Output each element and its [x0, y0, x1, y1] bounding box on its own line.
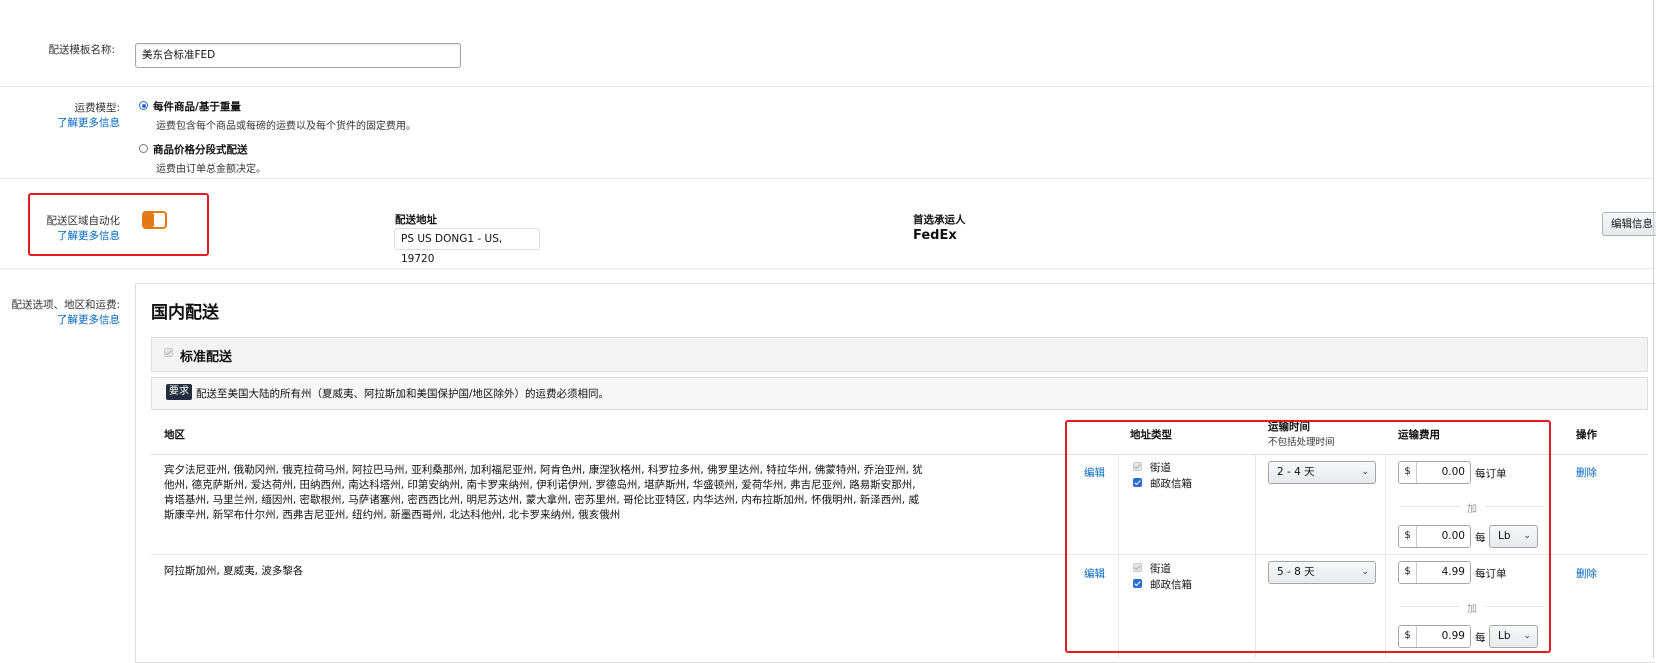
window-edge: [1653, 0, 1654, 658]
fee-model-option-price-title: 商品价格分段式配送: [153, 144, 248, 156]
table-row-2-regions: 阿拉斯加州, 夏威夷, 波多黎各: [164, 565, 304, 577]
ship-from-label: 配送地址: [395, 214, 437, 226]
table-row-2-delete-link[interactable]: 删除: [1576, 566, 1597, 581]
fee-model-option-weight-title: 每件商品/基于重量: [153, 101, 241, 113]
requirement-badge: 要求: [166, 384, 192, 400]
ship-from-field: PS US DONG1 - US, 19720: [394, 228, 540, 265]
col-action: 操作: [1576, 429, 1597, 441]
col-region: 地区: [164, 429, 185, 441]
options-label: 配送选项、地区和运费:: [11, 299, 120, 311]
requirement-text: 配送至美国大陆的所有州（夏威夷、阿拉斯加和美国保护国/地区除外）的运费必须相同。: [196, 388, 610, 400]
automation-learn-more-link[interactable]: 了解更多信息: [20, 228, 120, 243]
standard-shipping-checkbox: [164, 348, 173, 357]
columns-highlight: [1065, 420, 1551, 653]
automation-label: 配送区域自动化: [46, 215, 121, 227]
template-name-input[interactable]: 美东合标准FED: [135, 43, 461, 68]
fee-model-radio-weight[interactable]: [139, 101, 148, 110]
table-row-1-delete-link[interactable]: 删除: [1576, 465, 1597, 480]
edit-info-button[interactable]: 编辑信息: [1602, 212, 1656, 236]
fee-model-option-price-desc: 运费由订单总金额决定。: [156, 164, 266, 175]
fee-model-option-weight-desc: 运费包含每个商品或每磅的运费以及每个货件的固定费用。: [156, 121, 416, 132]
template-name-label: 配送模板名称:: [48, 44, 115, 56]
options-learn-more-link[interactable]: 了解更多信息: [20, 312, 120, 327]
toggle-knob-icon: [144, 213, 154, 227]
carrier-value: FedEx: [913, 228, 957, 243]
table-row-1-regions: 宾夕法尼亚州, 俄勒冈州, 俄克拉荷马州, 阿拉巴马州, 亚利桑那州, 加利福尼…: [164, 464, 923, 521]
fee-model-radio-price[interactable]: [139, 144, 148, 153]
automation-toggle[interactable]: [142, 211, 167, 229]
fee-model-label: 运费模型:: [74, 102, 120, 114]
carrier-label: 首选承运人: [913, 214, 966, 226]
standard-shipping-title: 标准配送: [180, 350, 233, 365]
fee-model-learn-more-link[interactable]: 了解更多信息: [20, 115, 120, 130]
standard-shipping-bar: [151, 337, 1648, 372]
domestic-title: 国内配送: [151, 303, 219, 323]
